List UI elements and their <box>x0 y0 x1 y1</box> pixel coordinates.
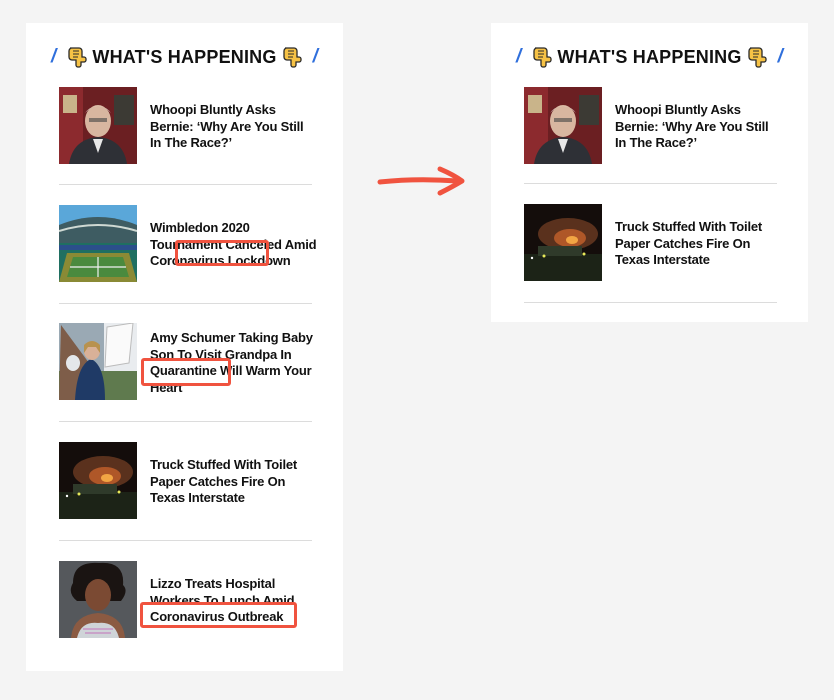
slash-accent: / <box>312 46 319 67</box>
news-item[interactable]: Whoopi Bluntly Asks Bernie: ‘Why Are You… <box>524 87 777 167</box>
slash-accent: / <box>515 46 522 67</box>
news-item[interactable]: Lizzo Treats Hospital Workers To Lunch A… <box>59 561 312 641</box>
slash-accent: / <box>50 46 57 67</box>
news-item[interactable]: Truck Stuffed With Toilet Paper Catches … <box>524 204 777 284</box>
highlight-box-quarantine <box>141 358 231 386</box>
divider <box>59 540 312 541</box>
highlight-box-coronavirus-outbreak <box>140 602 297 628</box>
right-arrow-icon <box>377 166 465 196</box>
widget-header: / WHAT'S HAPPENING / <box>491 44 808 70</box>
truck-fire-night-thumbnail[interactable] <box>524 204 602 281</box>
news-headline-link[interactable]: Truck Stuffed With Toilet Paper Catches … <box>615 204 783 284</box>
divider <box>59 421 312 422</box>
divider <box>524 183 777 184</box>
whats-happening-widget-after: / WHAT'S HAPPENING / Whoopi Bluntly Asks… <box>491 23 808 322</box>
whats-happening-widget-before: / WHAT'S HAPPENING / Whoopi Bluntly Asks… <box>26 23 343 671</box>
news-headline-link[interactable]: Lizzo Treats Hospital Workers To Lunch A… <box>150 561 318 641</box>
news-item[interactable]: Whoopi Bluntly Asks Bernie: ‘Why Are You… <box>59 87 312 167</box>
news-item[interactable]: Truck Stuffed With Toilet Paper Catches … <box>59 442 312 522</box>
lizzo-portrait-thumbnail[interactable] <box>59 561 137 638</box>
widget-header: / WHAT'S HAPPENING / <box>26 44 343 70</box>
divider <box>59 184 312 185</box>
widget-title: WHAT'S HAPPENING <box>92 46 277 67</box>
man-in-suit-video-call-thumbnail[interactable] <box>59 87 137 164</box>
pointing-down-hand-icon <box>67 46 87 68</box>
woman-holding-baby-thumbnail[interactable] <box>59 323 137 400</box>
tennis-stadium-thumbnail[interactable] <box>59 205 137 282</box>
pointing-down-hand-icon <box>532 46 552 68</box>
pointing-down-hand-icon <box>282 46 302 68</box>
highlight-box-coronavirus <box>175 240 269 266</box>
divider <box>524 302 777 303</box>
news-headline-link[interactable]: Truck Stuffed With Toilet Paper Catches … <box>150 442 318 522</box>
divider <box>59 303 312 304</box>
truck-fire-night-thumbnail[interactable] <box>59 442 137 519</box>
news-headline-link[interactable]: Whoopi Bluntly Asks Bernie: ‘Why Are You… <box>150 87 318 167</box>
man-in-suit-video-call-thumbnail[interactable] <box>524 87 602 164</box>
widget-title: WHAT'S HAPPENING <box>557 46 742 67</box>
slash-accent: / <box>777 46 784 67</box>
pointing-down-hand-icon <box>747 46 767 68</box>
news-headline-link[interactable]: Whoopi Bluntly Asks Bernie: ‘Why Are You… <box>615 87 783 167</box>
